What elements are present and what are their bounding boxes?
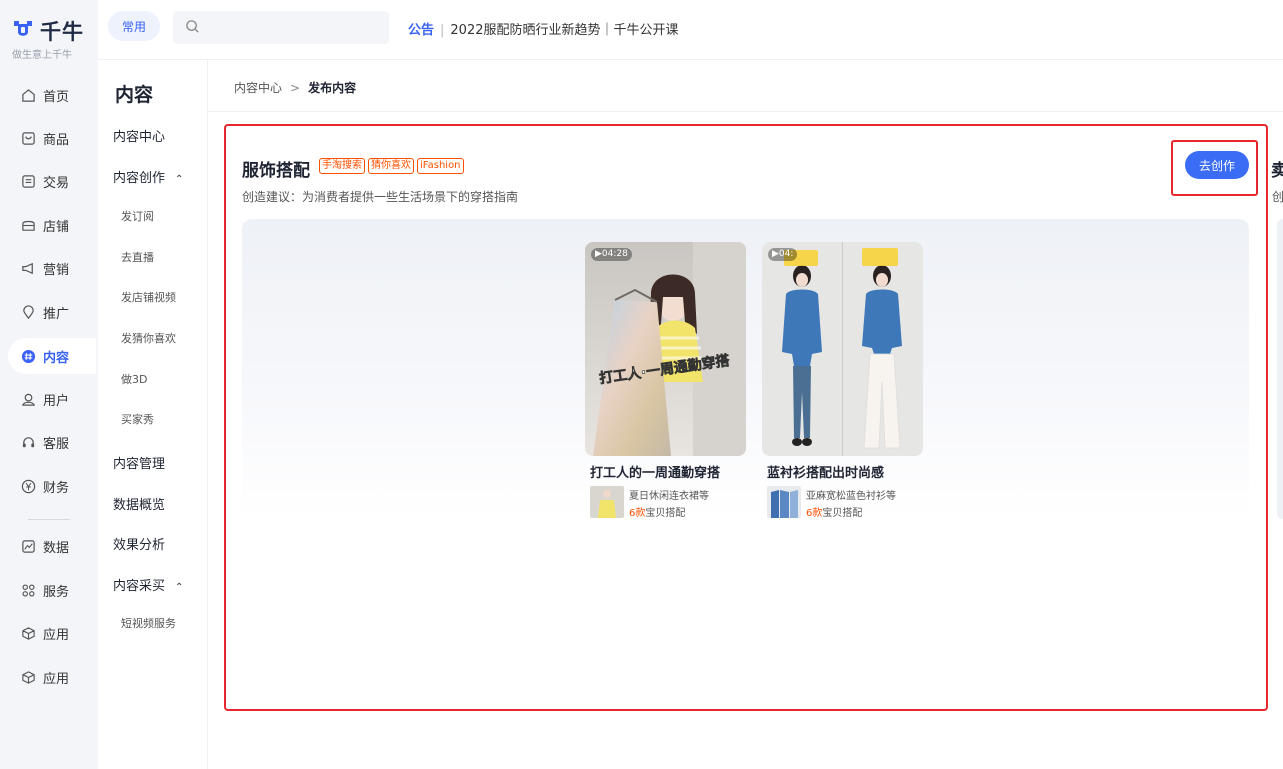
nav-label: 首页 [43,89,70,105]
nav-item-user[interactable]: 用户 [8,381,96,417]
nav-item-apps-2[interactable]: 应用 [8,659,96,695]
subnav-title: 内容 [115,84,154,106]
qianniu-logo-icon [14,21,32,36]
highlight-box [224,124,1268,711]
nav-label: 服务 [43,584,70,600]
cube-icon [20,625,36,641]
breadcrumb-separator: > [290,81,301,95]
announcement[interactable]: 公告 | 2022服配防晒行业新趋势｜千牛公开课 [408,19,679,38]
nav-label: 内容 [43,350,70,366]
product-icon [20,130,36,146]
nav-label: 数据 [43,540,70,556]
subnav-item-data-overview[interactable]: 数据概览 [113,494,165,513]
subnav-item-content-center[interactable]: 内容中心 [113,126,165,145]
user-icon [20,391,36,407]
nav-divider [28,519,70,520]
nav-label: 推广 [43,306,70,322]
nav-label: 交易 [43,175,70,191]
subnav-item-subscribe[interactable]: 发订阅 [121,208,154,224]
nav-item-product[interactable]: 商品 [8,120,96,156]
subnav-item-content-purchase[interactable]: 内容采买 ⌃ [113,575,183,594]
nav-item-content[interactable]: 内容 [8,338,96,374]
home-icon [20,87,36,103]
chart-icon [20,538,36,554]
hashtag-icon [20,348,36,364]
nav-label: 应用 [43,671,70,687]
logo-text: 千牛 [40,20,84,44]
top-bar: 常用 公告 | 2022服配防晒行业新趋势｜千牛公开课 [98,0,1283,60]
subnav-item-3d[interactable]: 做3D [121,371,147,387]
nav-item-finance[interactable]: 财务 [8,468,96,504]
nav-item-service[interactable]: 客服 [8,424,96,460]
nav-item-shop[interactable]: 店铺 [8,207,96,243]
nav-label: 商品 [43,132,70,148]
breadcrumb-parent[interactable]: 内容中心 [234,81,282,95]
subnav-item-shop-video[interactable]: 发店铺视频 [121,289,176,305]
cube-icon [20,669,36,685]
search-box[interactable] [173,11,389,44]
search-input[interactable] [207,11,383,44]
nav-item-data[interactable]: 数据 [8,528,96,564]
nav-item-apps[interactable]: 应用 [8,615,96,651]
nav-item-marketing[interactable]: 营销 [8,250,96,286]
logo-slogan: 做生意上千牛 [12,50,72,61]
chevron-up-icon: ⌃ [175,582,184,593]
subnav-item-effect-analysis[interactable]: 效果分析 [113,534,165,553]
next-card-title: 卖 [1271,161,1283,181]
trade-icon [20,173,36,189]
nav-label: 用户 [43,393,70,409]
subnav-item-content-manage[interactable]: 内容管理 [113,453,165,472]
announcement-text: 2022服配防晒行业新趋势｜千牛公开课 [450,23,679,38]
chevron-up-icon: ⌃ [175,174,184,185]
megaphone-icon [20,260,36,276]
subnav-item-live[interactable]: 去直播 [121,249,154,265]
subnav-item-content-create[interactable]: 内容创作 ⌃ [113,167,183,186]
next-card-panel [1277,219,1283,519]
qianniu-logo[interactable]: 千牛 做生意上千牛 [12,14,92,62]
nav-label: 财务 [43,480,70,496]
subnav-item-guess-like[interactable]: 发猜你喜欢 [121,330,176,346]
nav-label: 店铺 [43,219,70,235]
subnav-item-short-video-service[interactable]: 短视频服务 [121,615,176,631]
search-icon [186,20,199,33]
location-icon [20,304,36,320]
nav-label: 客服 [43,436,70,452]
grid-icon [20,582,36,598]
breadcrumb: 内容中心 > 发布内容 [234,79,356,96]
nav-item-home[interactable]: 首页 [8,77,96,113]
breadcrumb-current: 发布内容 [308,81,357,95]
nav-label: 营销 [43,262,70,278]
shop-icon [20,217,36,233]
content-subnav: 内容 内容中心 内容创作 ⌃ 发订阅 去直播 发店铺视频 发猜你喜欢 做3D 买家… [98,60,208,769]
left-nav: 千牛 做生意上千牛 首页 商品 交易 店铺 营销 推广 内容 用户 客服 财务 [0,0,98,769]
common-button[interactable]: 常用 [108,11,160,41]
header-divider [208,111,1283,112]
nav-item-trade[interactable]: 交易 [8,163,96,199]
subnav-item-buyer-show[interactable]: 买家秀 [121,411,154,427]
next-card-description: 创 [1272,190,1283,204]
nav-item-promotion[interactable]: 推广 [8,294,96,330]
create-button-highlight [1171,140,1258,196]
yuan-icon [20,478,36,494]
headset-icon [20,434,36,450]
nav-label: 应用 [43,627,70,643]
nav-item-services[interactable]: 服务 [8,572,96,608]
announcement-tag: 公告 [408,23,435,38]
